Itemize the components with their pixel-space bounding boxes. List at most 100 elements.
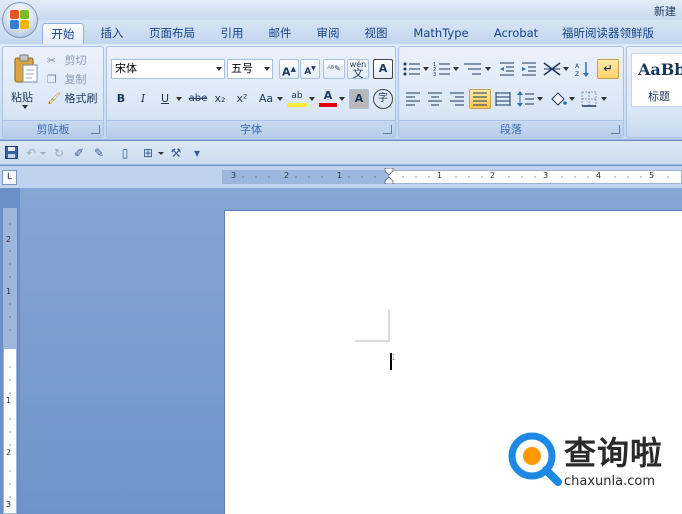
pilcrow-icon: ↵ [603,62,613,75]
align-right-button[interactable] [449,89,467,109]
clear-format-button[interactable]: ᴬᴮ✎ [323,59,345,79]
tab-mathtype[interactable]: MathType [408,23,474,44]
grow-font-button[interactable]: A▲ [279,59,299,79]
svg-text:3: 3 [433,72,436,77]
tab-page-layout[interactable]: 页面布局 [142,23,202,44]
distribute-button[interactable] [495,89,513,109]
ruler-ticks [242,176,669,178]
line-spacing-button[interactable] [517,89,545,109]
ruler-number: 1 [337,171,343,180]
office-button[interactable] [2,2,38,38]
title-bar: 新建 [0,0,682,20]
edit-button[interactable]: ✎ [92,146,106,160]
align-left-button[interactable] [405,89,423,109]
format-button[interactable]: ⚒ [168,146,184,160]
dialog-launcher-icon[interactable] [91,125,100,134]
tab-review[interactable]: 审阅 [308,23,348,44]
tab-selector-button[interactable]: L [2,170,17,185]
paste-label: 粘贴 [11,91,33,104]
increase-indent-button[interactable] [521,59,539,79]
decrease-indent-button[interactable] [499,59,517,79]
tab-stop-icon: L [6,172,12,182]
style-gallery-item[interactable]: AaBb 标题 [631,53,682,107]
font-name-value: 宋体 [115,62,137,75]
font-name-select[interactable]: 宋体 [111,59,225,79]
italic-button[interactable]: I [135,89,151,109]
font-group: 宋体 五号 A▲ A▼ ᴬᴮ✎ wén 文 A B I U abe x₂ x² A… [106,46,396,138]
tab-insert[interactable]: 插入 [92,23,132,44]
tab-view[interactable]: 视图 [356,23,396,44]
bold-button[interactable]: B [113,89,129,109]
tools-icon: ⚒ [170,146,182,160]
subscript-button[interactable]: x₂ [211,89,229,109]
numbering-button[interactable]: 123 [433,59,459,79]
align-center-button[interactable] [427,89,445,109]
change-case-button[interactable]: Aa [255,89,277,109]
chevron-down-icon[interactable] [40,152,46,155]
borders-button[interactable] [581,89,609,109]
style-name: 标题 [648,90,670,103]
tab-foxit[interactable]: 福昕阅读器领鲜版 [556,23,660,44]
align-left-icon [406,92,420,106]
chevron-down-icon[interactable] [277,97,283,101]
save-button[interactable] [4,146,18,160]
undo-button[interactable]: ↶ [24,146,38,160]
bullets-button[interactable] [403,59,429,79]
font-size-select[interactable]: 五号 [227,59,273,79]
chevron-down-icon[interactable] [158,152,164,155]
chevron-down-icon[interactable] [309,97,315,101]
font-size-value: 五号 [231,62,253,75]
enclose-char-button[interactable]: 字 [373,89,393,109]
shrink-font-button[interactable]: A▼ [300,59,320,79]
copy-button[interactable]: ❐ 复制 [47,70,87,90]
justify-button[interactable] [469,89,491,109]
tab-acrobat[interactable]: Acrobat [486,23,546,44]
new-document-button[interactable]: ▯ [118,146,132,160]
redo-button[interactable]: ↻ [52,146,66,160]
multilevel-list-button[interactable] [463,59,491,79]
ruler-row: L 3 2 1 1 2 3 4 5 [0,166,682,188]
shading-button[interactable] [549,89,577,109]
copy-icon: ❐ [47,73,57,86]
chevron-down-icon [537,97,543,101]
table-button[interactable]: ⊞ [138,146,158,160]
horizontal-ruler[interactable]: 3 2 1 1 2 3 4 5 [222,168,682,184]
ruler-number: 3 [543,171,549,180]
char-border-button[interactable]: A [373,59,393,79]
paragraph-group: 123 A Z ↵ 段落 [398,46,624,138]
strikethrough-button[interactable]: abe [187,89,209,109]
tab-home[interactable]: 开始 [42,23,84,44]
underline-button[interactable]: U [157,89,173,109]
indent-marker-icon[interactable] [384,168,394,184]
highlight-button[interactable]: ab [287,89,307,107]
multilevel-list-icon [464,63,481,75]
paste-button[interactable]: 粘贴 [9,51,43,115]
phonetic-guide-button[interactable]: wén 文 [347,59,369,79]
tab-mailings[interactable]: 邮件 [260,23,300,44]
dialog-launcher-icon[interactable] [383,125,392,134]
office-logo-icon [10,10,30,30]
show-marks-button[interactable]: ↵ [597,59,619,79]
chevron-down-icon[interactable] [339,97,345,101]
ribbon-tabs: 开始 插入 页面布局 引用 邮件 审阅 视图 MathType Acrobat … [0,20,682,44]
vertical-ruler[interactable]: 2 1 1 2 3 [3,208,17,514]
char-shading-button[interactable]: A [349,89,369,109]
cut-label: 剪切 [64,54,87,67]
watermark-url: chaxunla.com [564,474,655,489]
format-painter-label: 格式刷 [64,92,98,105]
grow-font-icon: A [282,65,291,79]
chinese-layout-button[interactable] [543,59,571,79]
insert-comment-button[interactable]: ✐ [72,146,86,160]
sort-button[interactable]: AZ [575,59,593,79]
dialog-launcher-icon[interactable] [611,125,620,134]
sort-icon: AZ [575,62,589,77]
edit-icon: ✎ [93,146,105,160]
customize-qat-button[interactable]: ▾ [190,146,204,160]
brush-icon: 🖌 [47,92,61,105]
chevron-down-icon[interactable] [176,97,182,101]
superscript-button[interactable]: x² [233,89,251,109]
cut-button[interactable]: ✂ 剪切 [47,51,87,71]
font-color-button[interactable]: A [319,89,337,107]
format-painter-button[interactable]: 🖌 格式刷 [47,89,98,109]
tab-references[interactable]: 引用 [212,23,252,44]
